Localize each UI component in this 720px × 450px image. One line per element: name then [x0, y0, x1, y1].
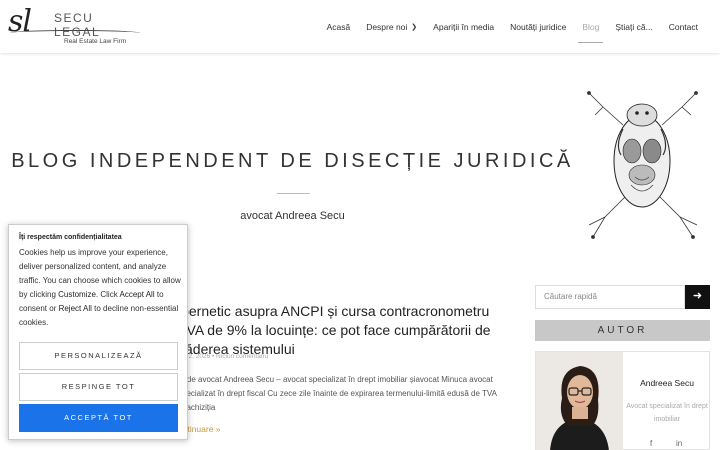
cookie-consent-banner: Îți respectăm confidențialitatea Cookies…: [8, 224, 188, 440]
nav-item-aparitii-media[interactable]: Apariții în media: [433, 0, 494, 53]
reject-all-button[interactable]: RESPINGE TOT: [19, 373, 178, 401]
search-submit-button[interactable]: ➜: [685, 285, 710, 309]
nav-item-stiati-ca[interactable]: Știați că...: [615, 0, 652, 53]
author-card: Andreea Secu Avocat specializat în drept…: [535, 351, 710, 450]
accept-all-button[interactable]: ACCEPTĂ TOT: [19, 404, 178, 432]
nav-item-contact[interactable]: Contact: [669, 0, 698, 53]
nav-item-noutati-juridice[interactable]: Noutăți juridice: [510, 0, 566, 53]
post-excerpt: at de avocat Andreea Secu – avocat speci…: [178, 375, 497, 412]
cookie-title: Îți respectăm confidențialitatea: [19, 234, 122, 241]
post-meta: ie 22, 2026 • Niciun comentariu: [178, 353, 269, 360]
dissected-frog-illustration: [587, 91, 698, 239]
nav-item-label: Despre noi: [366, 21, 408, 32]
nav-item-blog[interactable]: Blog: [578, 0, 604, 53]
linkedin-icon[interactable]: in: [676, 439, 682, 448]
cookie-text: Cookies help us improve your experience,…: [19, 246, 184, 330]
chevron-down-icon: ❯: [411, 23, 418, 31]
main-nav: Acasă Despre noi ❯ Apariții în media Nou…: [311, 0, 698, 53]
cookie-accept-ref: Accept All: [119, 290, 155, 299]
page-title: BLOG INDEPENDENT DE DISECȚIE JURIDICĂ: [11, 150, 574, 172]
search-input[interactable]: Căutare rapidă: [535, 285, 685, 309]
site-logo[interactable]: sl SECU LEGAL Real Estate Law Firm: [8, 4, 143, 48]
logo-tagline: Real Estate Law Firm: [64, 38, 127, 45]
cookie-reject-ref: Reject All: [58, 304, 92, 313]
author-section-heading: AUTOR: [535, 320, 710, 341]
logo-swoosh: [10, 30, 140, 36]
facebook-icon[interactable]: f: [650, 439, 652, 448]
author-photo: [536, 352, 623, 450]
post-title[interactable]: ibernetic asupra ANCPI și cursa contracr…: [178, 302, 508, 359]
nav-item-despre-noi[interactable]: Despre noi ❯: [366, 0, 417, 53]
arrow-right-icon: ➜: [692, 290, 703, 302]
author-name[interactable]: Andreea Secu: [624, 378, 710, 388]
customize-button[interactable]: PERSONALIZEAZĂ: [19, 342, 178, 370]
author-description: Avocat specializat în drept imobiliar: [626, 403, 708, 423]
site-header: sl SECU LEGAL Real Estate Law Firm Acasă…: [0, 0, 720, 53]
page-subtitle: avocat Andreea Secu: [240, 210, 345, 222]
nav-item-acasa[interactable]: Acasă: [327, 0, 351, 53]
cookie-text-part: . Click: [95, 290, 120, 299]
title-divider: [277, 193, 310, 194]
cookie-customize-ref: Customize: [58, 290, 96, 299]
